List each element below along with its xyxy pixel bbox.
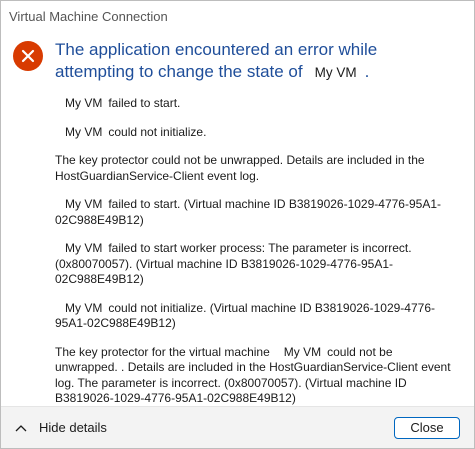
- dialog-window: Virtual Machine Connection The applicati…: [0, 0, 475, 449]
- detail-message: My VM failed to start. (Virtual machine I…: [55, 197, 456, 228]
- message-text: could not initialize. (Virtual machine I…: [55, 300, 435, 331]
- detail-message: My VM failed to start worker process: The…: [55, 241, 456, 288]
- error-heading: The application encountered an error whi…: [55, 39, 460, 84]
- detail-message: My VM failed to start.: [55, 96, 456, 112]
- error-icon: [13, 41, 43, 71]
- message-prefix: The key protector for the virtual machin…: [55, 344, 270, 359]
- chevron-up-icon: [15, 422, 27, 434]
- message-vm-name: My VM: [65, 96, 103, 110]
- message-vm-name: My VM: [65, 197, 103, 211]
- detail-message: My VM could not initialize. (Virtual mach…: [55, 301, 456, 332]
- dialog-content: The application encountered an error whi…: [1, 31, 474, 407]
- message-text: failed to start.: [108, 96, 181, 110]
- detail-message: The key protector could not be unwrapped…: [55, 153, 456, 184]
- hide-details-label: Hide details: [39, 420, 107, 435]
- message-vm-name: My VM: [65, 241, 103, 255]
- detail-message: The key protector for the virtual machin…: [55, 345, 456, 407]
- message-text: failed to start worker process: The para…: [55, 241, 412, 286]
- heading-punctuation: .: [364, 62, 370, 81]
- message-text: failed to start. (Virtual machine ID B38…: [55, 197, 441, 227]
- message-vm-name: My VM: [65, 300, 103, 315]
- error-header: The application encountered an error whi…: [13, 39, 460, 84]
- message-vm-name: My VM: [283, 344, 322, 359]
- message-text: could not initialize.: [108, 124, 207, 139]
- close-button[interactable]: Close: [394, 416, 460, 439]
- message-text: The key protector could not be unwrapped…: [55, 153, 425, 183]
- dialog-footer: Hide details Close: [1, 406, 474, 448]
- title-bar[interactable]: Virtual Machine Connection: [1, 1, 474, 31]
- window-title: Virtual Machine Connection: [9, 8, 168, 24]
- hide-details-toggle[interactable]: Hide details: [15, 420, 107, 435]
- message-vm-name: My VM: [65, 124, 103, 139]
- error-details: My VM failed to start. My VM could not ini…: [13, 96, 460, 407]
- heading-vm-name: My VM: [314, 65, 357, 80]
- detail-message: My VM could not initialize.: [55, 125, 456, 141]
